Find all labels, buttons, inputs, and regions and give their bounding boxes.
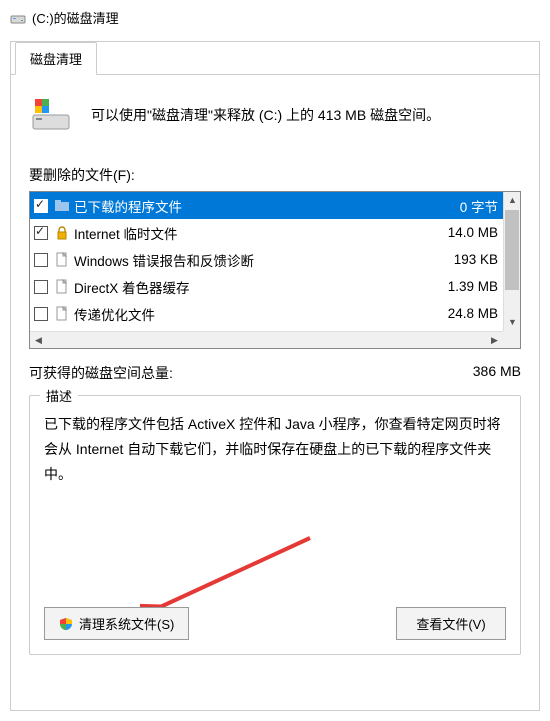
file-checkbox[interactable] [34,199,48,213]
disk-cleanup-icon [29,93,73,137]
file-list[interactable]: 已下载的程序文件0 字节Internet 临时文件14.0 MBWindows … [29,191,521,349]
description-legend: 描述 [40,386,78,405]
file-checkbox[interactable] [34,253,48,267]
view-files-button[interactable]: 查看文件(V) [396,607,506,640]
file-row[interactable]: 已下载的程序文件0 字节 [30,192,520,219]
button-row: 清理系统文件(S) 查看文件(V) [44,607,506,640]
file-icon [54,279,70,295]
tab-disk-cleanup[interactable]: 磁盘清理 [15,42,97,75]
scroll-thumb-vertical[interactable] [505,210,519,290]
total-label: 可获得的磁盘空间总量: [29,363,173,383]
file-name: 传递优化文件 [74,304,426,324]
file-row[interactable]: 传递优化文件24.8 MB [30,300,520,327]
shield-icon [59,617,73,631]
file-name: Internet 临时文件 [74,223,426,243]
scrollbar-vertical[interactable]: ▲ ▼ [503,192,520,331]
files-section-label: 要删除的文件(F): [29,165,521,185]
description-group: 描述 已下载的程序文件包括 ActiveX 控件和 Java 小程序，你查看特定… [29,395,521,655]
scroll-up-arrow[interactable]: ▲ [504,192,521,209]
scroll-left-arrow[interactable]: ◀ [30,332,47,349]
view-files-label: 查看文件(V) [416,614,485,633]
window-title: (C:)的磁盘清理 [32,8,119,27]
file-name: 已下载的程序文件 [74,196,426,216]
file-name: DirectX 着色器缓存 [74,277,426,297]
total-value: 386 MB [473,363,521,383]
clean-system-files-button[interactable]: 清理系统文件(S) [44,607,189,640]
file-row[interactable]: Windows 错误报告和反馈诊断193 KB [30,246,520,273]
total-row: 可获得的磁盘空间总量: 386 MB [29,363,521,383]
file-row[interactable]: DirectX 着色器缓存1.39 MB [30,273,520,300]
scroll-right-arrow[interactable]: ▶ [486,332,503,349]
file-icon [54,306,70,322]
drive-icon [10,10,26,26]
summary-row: 可以使用"磁盘清理"来释放 (C:) 上的 413 MB 磁盘空间。 [29,93,521,137]
file-name: Windows 错误报告和反馈诊断 [74,250,426,270]
lock-icon [54,225,70,241]
file-row[interactable]: Internet 临时文件14.0 MB [30,219,520,246]
file-checkbox[interactable] [34,226,48,240]
file-icon [54,252,70,268]
clean-system-files-label: 清理系统文件(S) [79,614,174,633]
file-checkbox[interactable] [34,280,48,294]
scrollbar-horizontal[interactable]: ◀ ▶ [30,331,503,348]
description-text: 已下载的程序文件包括 ActiveX 控件和 Java 小程序，你查看特定网页时… [44,412,506,488]
titlebar: (C:)的磁盘清理 [0,0,550,35]
scroll-down-arrow[interactable]: ▼ [504,314,521,331]
tab-content: 可以使用"磁盘清理"来释放 (C:) 上的 413 MB 磁盘空间。 要删除的文… [11,75,539,669]
file-checkbox[interactable] [34,307,48,321]
summary-text: 可以使用"磁盘清理"来释放 (C:) 上的 413 MB 磁盘空间。 [91,105,440,126]
folder-icon [54,198,70,214]
scrollbar-corner [503,331,520,348]
dialog-body: 磁盘清理 可以使用"磁盘清理"来释放 (C:) 上的 413 MB 磁盘空间。 … [10,41,540,711]
tabstrip: 磁盘清理 [11,41,539,75]
